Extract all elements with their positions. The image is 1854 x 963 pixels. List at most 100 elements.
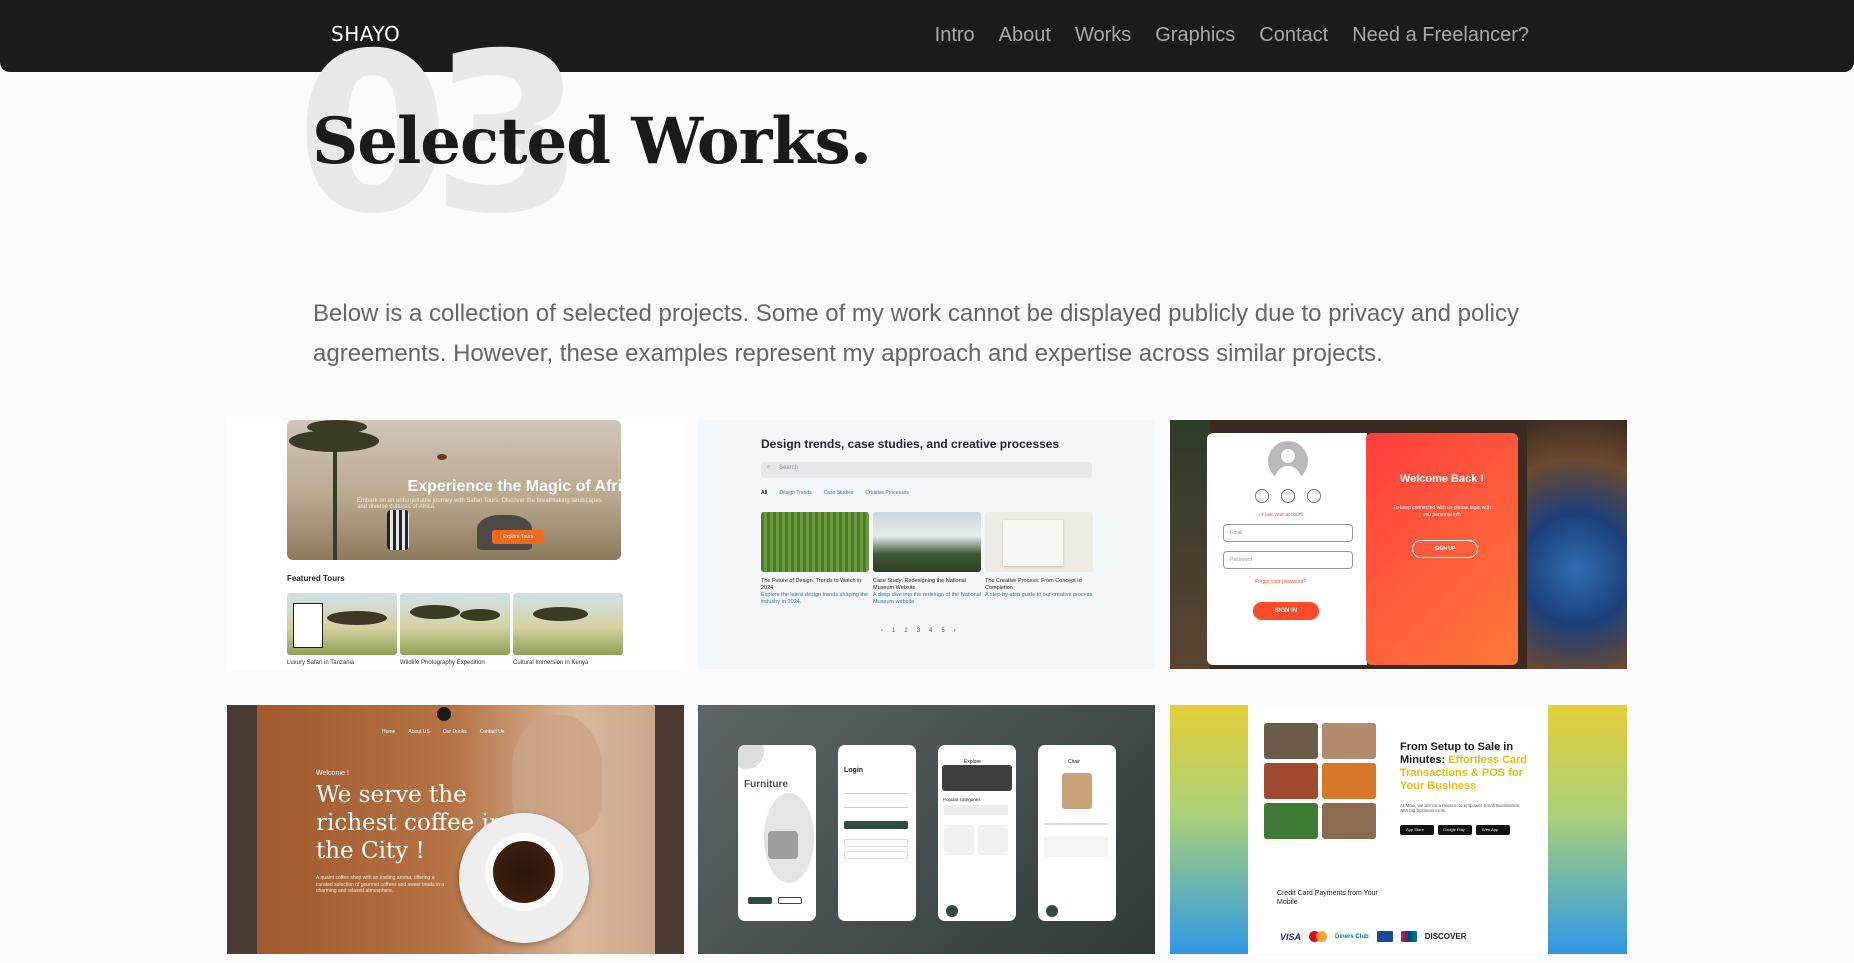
bird-icon xyxy=(437,454,447,460)
tour-caption-3: Cultural Immersion in Kenya xyxy=(513,660,589,666)
featured-tours-label: Featured Tours xyxy=(287,574,345,583)
coffee-paragraph: A quaint coffee shop with an inviting ar… xyxy=(316,875,445,894)
nav-link-graphics[interactable]: Graphics xyxy=(1155,24,1235,47)
forgot-password-link[interactable]: Forgot your password? xyxy=(1255,579,1306,585)
navbar: SHAYO Intro About Works Graphics Contact… xyxy=(0,0,1854,72)
credit-card-label: Credit Card Payments from Your Mobile xyxy=(1277,890,1378,906)
safari-hero-image: Experience the Magic of Afric Embark on … xyxy=(287,420,621,560)
post-title-3: The Creative Process: From Concept to Co… xyxy=(985,578,1082,591)
facebook-icon[interactable] xyxy=(1255,489,1269,503)
plant-background xyxy=(1170,420,1210,669)
paper-shape xyxy=(1003,520,1063,566)
password-field[interactable]: Password xyxy=(1223,551,1353,569)
nav-link-intro[interactable]: Intro xyxy=(935,24,975,47)
coffee-menu-contact[interactable]: Contact Us xyxy=(480,729,505,735)
google-play-button[interactable]: Google Play xyxy=(1438,825,1472,835)
sign-up-button[interactable]: SIGN UP xyxy=(1412,540,1478,558)
merchant-photo xyxy=(1264,763,1318,799)
safari-subtext: Embark on an unforgettable journey with … xyxy=(357,498,602,510)
divider xyxy=(844,807,908,808)
nav-link-about[interactable]: About xyxy=(999,24,1051,47)
project-card-furniture[interactable]: Furniture Login Explore Popular categori… xyxy=(698,705,1155,954)
post-desc-3: A step-by-step guide to our creative pro… xyxy=(985,592,1094,598)
pagination-page-2[interactable]: 2 xyxy=(904,628,907,634)
search-icon: ⌕ xyxy=(767,464,771,470)
nav-link-works[interactable]: Works xyxy=(1075,24,1131,47)
email-field[interactable]: Email xyxy=(1223,524,1353,542)
product-card xyxy=(944,825,974,855)
phone-splash: Furniture xyxy=(738,745,816,921)
nav-links: Intro About Works Graphics Contact Need … xyxy=(935,24,1529,47)
pagination: ‹ 1 2 3 4 5 › xyxy=(881,628,956,634)
nav-link-contact[interactable]: Contact xyxy=(1259,24,1328,47)
sign-in-button[interactable]: SIGN IN xyxy=(1253,602,1319,620)
google-mini-button xyxy=(844,839,908,847)
pagination-page-3[interactable]: 3 xyxy=(917,628,920,634)
coffee-logo[interactable] xyxy=(437,707,451,721)
explore-tours-button[interactable]: Explore Tours xyxy=(492,530,544,544)
deco-circle xyxy=(738,745,764,769)
instagram-icon[interactable] xyxy=(1307,489,1321,503)
linkedin-icon[interactable] xyxy=(1281,489,1295,503)
app-store-button[interactable]: App Store xyxy=(1400,825,1434,835)
post-thumb-2[interactable] xyxy=(873,512,981,572)
coffee-cup-icon xyxy=(485,833,563,911)
avatar-head xyxy=(1281,449,1295,463)
post-desc-1: Explore the latest design trends shaping… xyxy=(761,592,869,605)
tab-design-trends[interactable]: Design Trends xyxy=(779,490,811,496)
explore-banner xyxy=(942,765,1012,791)
coffee-menu: Home About US Our Drinks Contact Us xyxy=(382,729,504,735)
chair-title: Chair xyxy=(1068,759,1080,765)
tour-thumb-1 xyxy=(287,593,397,655)
merchant-photo xyxy=(1264,723,1318,759)
blog-search-input[interactable]: ⌕ Search xyxy=(761,462,1092,478)
acacia-tree xyxy=(327,611,387,625)
acacia-tree xyxy=(533,607,588,621)
coffee-menu-about[interactable]: About US xyxy=(408,729,429,735)
tab-all[interactable]: All xyxy=(761,490,767,496)
pagination-page-1[interactable]: 1 xyxy=(892,628,895,634)
phone-explore: Explore Popular categories xyxy=(938,745,1016,921)
coffee-menu-home[interactable]: Home xyxy=(382,729,395,735)
post-thumb-1[interactable] xyxy=(761,512,869,572)
google-play-label: Google Play xyxy=(1443,827,1465,832)
payments-body: At Movi, we are on a mission to empower … xyxy=(1400,803,1520,813)
post-caption-3: The Creative Process: From Concept to Co… xyxy=(985,578,1095,599)
project-card-coffee[interactable]: Home About US Our Drinks Contact Us Welc… xyxy=(227,705,684,954)
tour-thumb-2 xyxy=(400,593,510,655)
unionpay-blue-icon xyxy=(1376,931,1393,942)
acacia-tree xyxy=(307,420,367,434)
signup-mini-button xyxy=(778,897,802,904)
pagination-prev[interactable]: ‹ xyxy=(881,628,883,634)
safari-headline: Experience the Magic of Afric xyxy=(407,478,621,495)
project-card-payments[interactable]: From Setup to Sale in Minutes: Effortles… xyxy=(1170,705,1627,954)
tree-trunk xyxy=(333,450,337,560)
post-desc-2: A deep dive into the redesign of the Nat… xyxy=(873,592,981,605)
blog-tabs: All Design Trends Case Studies Creative … xyxy=(761,490,909,496)
pagination-next[interactable]: › xyxy=(954,628,956,634)
avatar-icon xyxy=(1268,441,1308,481)
web-app-button[interactable]: Web App xyxy=(1476,825,1510,835)
mastercard-icon xyxy=(1309,931,1328,942)
product-card xyxy=(978,825,1008,855)
post-thumb-3[interactable] xyxy=(985,512,1093,572)
discover-icon: DISCOVER xyxy=(1424,932,1467,941)
post-title-1: The Future of Design: Trends to Watch in… xyxy=(761,578,862,591)
frame-shape xyxy=(293,603,323,648)
nav-link-freelancer[interactable]: Need a Freelancer? xyxy=(1352,24,1529,47)
welcome-subtext: To keep connected with us please login w… xyxy=(1393,505,1491,518)
post-caption-1: The Future of Design: Trends to Watch in… xyxy=(761,578,871,606)
tab-case-studies[interactable]: Case Studies xyxy=(824,490,854,496)
project-card-safari[interactable]: Experience the Magic of Afric Embark on … xyxy=(227,420,684,669)
tab-creative-processes[interactable]: Creative Processes xyxy=(865,490,908,496)
pagination-page-4[interactable]: 4 xyxy=(929,628,932,634)
coffee-menu-drinks[interactable]: Our Drinks xyxy=(443,729,467,735)
project-card-blog[interactable]: Design trends, case studies, and creativ… xyxy=(698,420,1155,669)
unionpay-icon xyxy=(1400,931,1417,942)
section-intro: Below is a collection of selected projec… xyxy=(313,300,1519,367)
acacia-tree xyxy=(410,605,460,619)
home-tab-icon xyxy=(946,905,958,917)
project-card-login[interactable]: or use your account Email Password Forgo… xyxy=(1170,420,1627,669)
zebra-shape xyxy=(387,510,409,550)
pagination-page-5[interactable]: 5 xyxy=(941,628,944,634)
